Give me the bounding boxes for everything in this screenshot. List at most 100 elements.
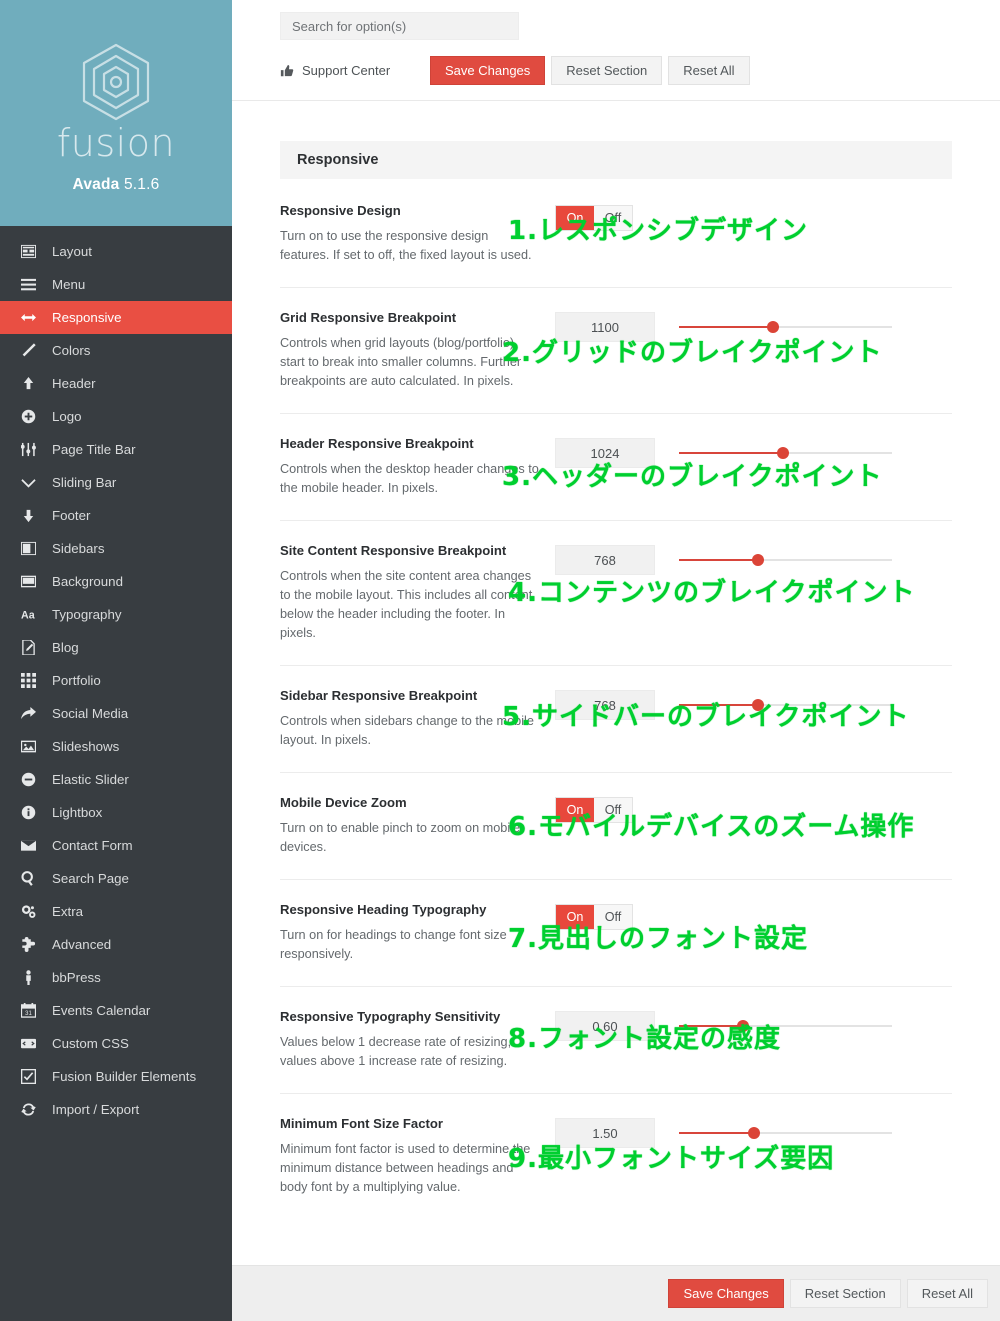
slider-value-field[interactable]: 768	[555, 690, 655, 720]
slider-track-area[interactable]	[679, 438, 892, 468]
slider-value-field[interactable]: 1.50	[555, 1118, 655, 1148]
option-title: Responsive Design	[280, 203, 401, 218]
sidebar-item-label: Slideshows	[52, 739, 120, 754]
save-changes-button[interactable]: Save Changes	[430, 56, 546, 85]
menu-bars-icon	[21, 276, 43, 294]
footer-save-changes-button[interactable]: Save Changes	[668, 1279, 784, 1308]
toggle-on-option[interactable]: On	[556, 905, 594, 929]
toolbar-button-row: Support Center Save Changes Reset Sectio…	[280, 56, 1000, 85]
slider-track-area[interactable]	[679, 690, 892, 720]
reset-all-button[interactable]: Reset All	[668, 56, 750, 85]
sidebar-item-label: Footer	[52, 508, 91, 523]
reset-section-button[interactable]: Reset Section	[551, 56, 663, 85]
slider-track-area[interactable]	[679, 1011, 892, 1041]
sidebar-item-events-calendar[interactable]: 31 Events Calendar	[0, 994, 232, 1027]
plus-circle-icon	[21, 408, 43, 426]
footer-reset-section-button[interactable]: Reset Section	[789, 1279, 901, 1308]
sidebar-item-background[interactable]: Background	[0, 565, 232, 598]
sidebar-item-import-export[interactable]: Import / Export	[0, 1093, 232, 1126]
person-icon	[21, 969, 43, 987]
brush-icon	[21, 342, 43, 360]
slider-control: 768	[555, 690, 952, 720]
svg-text:31: 31	[25, 1011, 32, 1017]
sidebar-item-typography[interactable]: Aa Typography	[0, 598, 232, 631]
option-row: Responsive Heading Typography Turn on for…	[280, 880, 952, 987]
slider-handle[interactable]	[747, 1127, 760, 1139]
sidebar-item-custom-css[interactable]: Custom CSS	[0, 1027, 232, 1060]
slider-value-field[interactable]: 1100	[555, 312, 655, 342]
sidebar-item-blog[interactable]: Blog	[0, 631, 232, 664]
sidebar-item-sidebars[interactable]: Sidebars	[0, 532, 232, 565]
sidebar-item-page-title-bar[interactable]: Page Title Bar	[0, 433, 232, 466]
search-input[interactable]: Search for option(s)	[280, 12, 519, 40]
toggle-off-option[interactable]: Off	[594, 206, 632, 230]
sidebar-item-label: Import / Export	[52, 1102, 140, 1117]
sidebar-item-search-page[interactable]: Search Page	[0, 862, 232, 895]
sidebar-item-layout[interactable]: Layout	[0, 235, 232, 268]
search-placeholder-text: Search for option(s)	[292, 18, 407, 34]
sidebar-item-label: Page Title Bar	[52, 442, 136, 457]
slider-value-field[interactable]: 1024	[555, 438, 655, 468]
slider-handle[interactable]	[766, 321, 779, 333]
slider-handle[interactable]	[751, 554, 764, 566]
slider-handle[interactable]	[777, 447, 790, 459]
option-description: Turn on for headings to change font size…	[280, 928, 507, 961]
sidebar-item-label: Custom CSS	[52, 1036, 129, 1051]
toggle-off-option[interactable]: Off	[594, 798, 632, 822]
sidebar-item-colors[interactable]: Colors	[0, 334, 232, 367]
sidebar-item-footer[interactable]: Footer	[0, 499, 232, 532]
window-icon	[21, 573, 43, 591]
sidebar-item-menu[interactable]: Menu	[0, 268, 232, 301]
aa-text-icon: Aa	[21, 606, 43, 624]
slider-filled-track	[679, 326, 773, 328]
slider-value-field[interactable]: 768	[555, 545, 655, 575]
sidebar-item-elastic-slider[interactable]: Elastic Slider	[0, 763, 232, 796]
slider-filled-track	[679, 559, 758, 561]
arrows-horizontal-icon	[21, 309, 43, 327]
slider-filled-track	[679, 1132, 754, 1134]
slider-handle[interactable]	[736, 1020, 749, 1032]
option-text: Responsive Typography Sensitivity Values …	[280, 1009, 555, 1071]
sidebar-item-social-media[interactable]: Social Media	[0, 697, 232, 730]
grid-dots-icon	[21, 672, 43, 690]
footer-reset-all-button[interactable]: Reset All	[906, 1279, 988, 1308]
sidebar-item-portfolio[interactable]: Portfolio	[0, 664, 232, 697]
sidebar-item-contact-form[interactable]: Contact Form	[0, 829, 232, 862]
on-off-toggle[interactable]: On Off	[555, 904, 633, 930]
sidebar-item-lightbox[interactable]: Lightbox	[0, 796, 232, 829]
sidebar-item-advanced[interactable]: Advanced	[0, 928, 232, 961]
sidebar-item-responsive[interactable]: Responsive	[0, 301, 232, 334]
slider-value-field[interactable]: 0.60	[555, 1011, 655, 1041]
refresh-icon	[21, 1101, 43, 1119]
sidebar-item-fusion-builder-elements[interactable]: Fusion Builder Elements	[0, 1060, 232, 1093]
sidebar-item-label: Elastic Slider	[52, 772, 129, 787]
slider-control: 1024	[555, 438, 952, 468]
sidebar-item-slideshows[interactable]: Slideshows	[0, 730, 232, 763]
options-list: Responsive Design Turn on to use the resp…	[280, 179, 952, 1219]
slider-track-area[interactable]	[679, 545, 892, 575]
on-off-toggle[interactable]: On Off	[555, 205, 633, 231]
option-title: Responsive Heading Typography	[280, 902, 487, 917]
toggle-off-option[interactable]: Off	[594, 905, 632, 929]
on-off-toggle[interactable]: On Off	[555, 797, 633, 823]
main-panel: Search for option(s) Support Center Save…	[232, 0, 1000, 1321]
checkbox-icon	[21, 1068, 43, 1086]
option-control: On Off	[555, 795, 952, 857]
option-description: Controls when the site content area chan…	[280, 569, 533, 640]
slider-track-area[interactable]	[679, 312, 892, 342]
sidebar-item-extra[interactable]: Extra	[0, 895, 232, 928]
sidebar-item-sliding-bar[interactable]: Sliding Bar	[0, 466, 232, 499]
toggle-on-option[interactable]: On	[556, 206, 594, 230]
support-center-link[interactable]: Support Center	[280, 63, 430, 78]
toggle-on-option[interactable]: On	[556, 798, 594, 822]
slider-track-area[interactable]	[679, 1118, 892, 1148]
slider-handle[interactable]	[751, 699, 764, 711]
footer-bar: Save Changes Reset Section Reset All	[232, 1265, 1000, 1321]
fusion-wordmark: fusion	[56, 121, 176, 165]
gears-icon	[21, 903, 43, 921]
sidebar-item-header[interactable]: Header	[0, 367, 232, 400]
sidebar-item-logo[interactable]: Logo	[0, 400, 232, 433]
option-description: Controls when sidebars change to the mob…	[280, 714, 534, 747]
sidebar-item-bbpress[interactable]: bbPress	[0, 961, 232, 994]
pencil-note-icon	[21, 639, 43, 657]
